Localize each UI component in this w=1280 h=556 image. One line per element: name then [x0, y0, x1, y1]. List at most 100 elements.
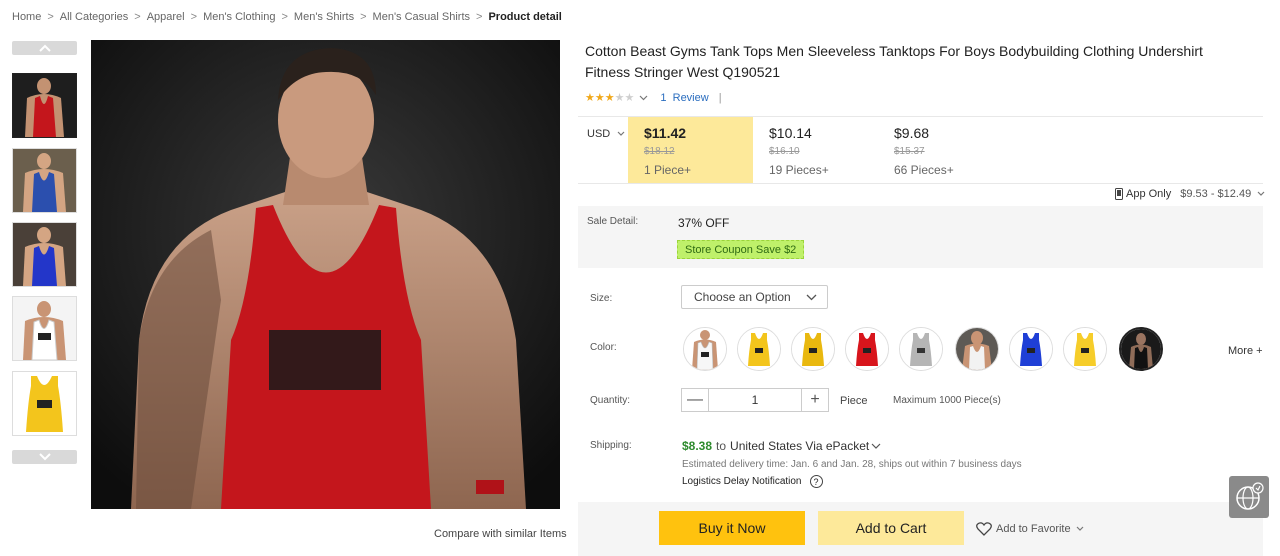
swatch-image	[738, 328, 780, 370]
app-only-range: $9.53 - $12.49	[1180, 188, 1252, 200]
quantity-increase-button[interactable]: +	[802, 389, 828, 411]
thumbnail-scroll-down-button[interactable]	[12, 450, 77, 464]
chevron-down-icon	[806, 294, 817, 300]
tier-quantity: 66 Pieces+	[894, 163, 954, 177]
sale-detail-label: Sale Detail:	[587, 216, 639, 227]
star-empty-icon: ★	[614, 92, 625, 104]
breadcrumb-mens-casual-shirts[interactable]: Men's Casual Shirts	[373, 11, 470, 23]
color-swatch-blue[interactable]	[1009, 327, 1053, 371]
thumbnail-blue-tank[interactable]	[12, 148, 77, 213]
price-tier-2: $10.14 $16.10 19 Pieces+	[753, 117, 878, 183]
thumbnail-blue-tank-2[interactable]	[12, 222, 77, 287]
chevron-down-icon	[38, 453, 51, 461]
swatch-image	[684, 328, 726, 370]
color-label: Color:	[590, 342, 617, 353]
quantity-max: Maximum 1000 Piece(s)	[893, 395, 1001, 406]
thumbnail-scroll-up-button[interactable]	[12, 41, 77, 55]
product-thumbnail-image	[13, 223, 76, 286]
sale-discount: 37% OFF	[678, 216, 730, 230]
quantity-decrease-button[interactable]: —	[682, 389, 708, 411]
swatch-image	[956, 328, 998, 370]
breadcrumb-mens-shirts[interactable]: Men's Shirts	[294, 11, 354, 23]
color-swatch-yellow-2[interactable]	[791, 327, 835, 371]
breadcrumb-separator: >	[476, 11, 483, 23]
chevron-down-icon	[1257, 191, 1265, 196]
globe-icon	[1236, 482, 1264, 510]
more-colors-link[interactable]: More +	[1228, 345, 1263, 357]
shipping-price: $8.38	[682, 439, 713, 453]
breadcrumb-separator: >	[360, 11, 367, 23]
swatch-image	[846, 328, 888, 370]
add-to-favorite-label: Add to Favorite	[996, 523, 1071, 535]
breadcrumb-mens-clothing[interactable]: Men's Clothing	[203, 11, 275, 23]
main-product-image[interactable]	[91, 40, 560, 509]
color-swatch-white[interactable]	[683, 327, 727, 371]
tier-price: $9.68	[894, 125, 930, 141]
breadcrumb-apparel[interactable]: Apparel	[147, 11, 185, 23]
color-swatch-gray[interactable]	[899, 327, 943, 371]
quantity-unit: Piece	[840, 395, 868, 407]
thumbnail-white-tank[interactable]	[12, 296, 77, 361]
swatch-image	[792, 328, 834, 370]
rating-stars[interactable]: ★ ★ ★ ★ ★	[585, 92, 634, 104]
add-to-cart-button[interactable]: Add to Cart	[818, 511, 964, 545]
price-tier-3: $9.68 $15.37 66 Pieces+	[878, 117, 1003, 183]
add-to-favorite-button[interactable]: Add to Favorite	[976, 522, 1084, 536]
color-swatch-red[interactable]	[845, 327, 889, 371]
chevron-down-icon[interactable]	[639, 95, 648, 101]
swatch-image	[1121, 329, 1161, 369]
price-tier-1: $11.42 $18.12 1 Piece+	[628, 117, 753, 183]
color-swatch-yellow[interactable]	[737, 327, 781, 371]
swatch-image	[900, 328, 942, 370]
store-coupon-badge[interactable]: Store Coupon Save $2	[677, 240, 805, 259]
phone-icon	[1115, 188, 1123, 200]
currency-selector[interactable]: USD	[587, 128, 625, 140]
star-filled-icon: ★	[594, 92, 605, 104]
logistics-notice-label: Logistics Delay Notification	[682, 476, 802, 487]
tier-price: $10.14	[769, 125, 812, 141]
shipping-destination: United States Via ePacket	[730, 439, 870, 453]
swatch-image	[1010, 328, 1052, 370]
buy-now-button[interactable]: Buy it Now	[659, 511, 805, 545]
breadcrumb-separator: >	[281, 11, 288, 23]
tier-original-price: $16.10	[769, 146, 800, 157]
rating-row: ★ ★ ★ ★ ★ 1 Review |	[585, 92, 722, 104]
app-only-label: App Only	[1126, 188, 1172, 200]
chevron-down-icon	[871, 443, 881, 449]
size-label: Size:	[590, 293, 613, 304]
review-count: 1	[660, 92, 667, 104]
color-swatch-white-photo[interactable]	[955, 327, 999, 371]
chevron-up-icon	[38, 44, 51, 52]
heart-icon	[976, 522, 992, 536]
color-swatch-yellow-3[interactable]	[1063, 327, 1107, 371]
breadcrumb: Home > All Categories > Apparel > Men's …	[12, 10, 562, 24]
logistics-notice[interactable]: Logistics Delay Notification ?	[682, 475, 823, 488]
tier-original-price: $18.12	[644, 146, 675, 157]
color-swatch-black[interactable]	[1119, 327, 1163, 371]
review-count-link[interactable]: 1 Review	[660, 92, 708, 104]
breadcrumb-separator: >	[190, 11, 198, 23]
product-thumbnail-image	[13, 74, 76, 137]
compare-similar-items-link[interactable]: Compare with similar Items	[434, 528, 567, 540]
breadcrumb-separator: >	[47, 11, 54, 23]
product-title: Cotton Beast Gyms Tank Tops Men Sleevele…	[585, 43, 1203, 80]
quantity-label: Quantity:	[590, 395, 631, 406]
help-icon[interactable]: ?	[809, 475, 823, 488]
app-only-price[interactable]: App Only $9.53 - $12.49	[1115, 188, 1265, 200]
swatch-image	[1064, 328, 1106, 370]
tier-quantity: 19 Pieces+	[769, 163, 829, 177]
shipping-eta: Estimated delivery time: Jan. 6 and Jan.…	[682, 459, 1022, 470]
chevron-down-icon	[617, 131, 625, 136]
shipping-to: to	[716, 439, 727, 453]
size-select[interactable]: Choose an Option	[681, 285, 828, 309]
product-thumbnail-image	[13, 149, 76, 212]
breadcrumb-all-categories[interactable]: All Categories	[60, 11, 128, 23]
breadcrumb-home[interactable]: Home	[12, 11, 41, 23]
shipping-selector[interactable]: $8.38 to United States Via ePacket	[682, 439, 881, 453]
star-filled-icon: ★	[604, 92, 615, 104]
thumbnail-yellow-tank[interactable]	[12, 371, 77, 436]
quantity-input[interactable]: 1	[708, 389, 802, 411]
translate-widget-button[interactable]	[1229, 476, 1269, 518]
star-filled-icon: ★	[585, 92, 595, 104]
thumbnail-red-tank[interactable]	[12, 73, 77, 138]
